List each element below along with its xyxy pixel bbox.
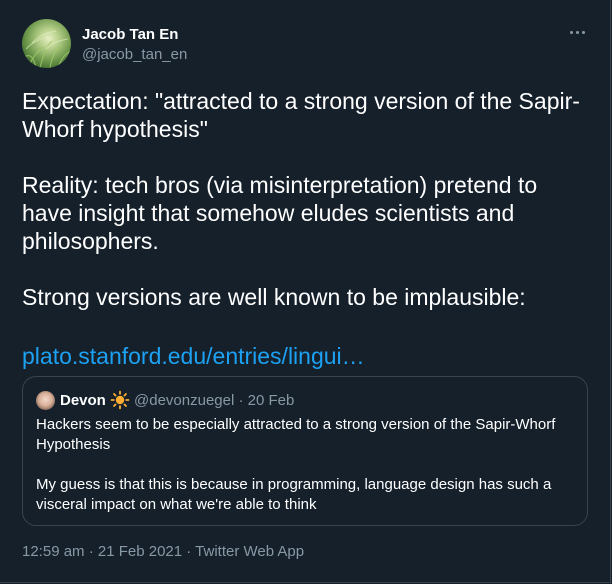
tweet-source-app[interactable]: Twitter Web App [195,543,304,560]
quoted-author-avatar [36,391,55,410]
sun-icon [110,390,130,410]
quoted-author-display-name: Devon [60,392,106,409]
quoted-text-hackers: Hackers seem to be especially attracted … [36,416,556,453]
quoted-tweet[interactable]: Devon @devonzuegel · 20 Feb Hackers seem… [22,376,588,526]
tweet-text-reality: Reality: tech bros (via misinterpretatio… [22,172,538,254]
tweet-link[interactable]: plato.stanford.edu/entries/lingui… [22,342,365,370]
tweet-text: Expectation: "attracted to a strong vers… [22,87,592,311]
author-avatar[interactable] [22,19,71,68]
tweet-text-strong-versions: Strong versions are well known to be imp… [22,284,526,310]
author-handle[interactable]: @jacob_tan_en [82,46,187,63]
tweet-metadata: 12:59 am · 21 Feb 2021 · Twitter Web App [22,543,304,560]
author-display-name[interactable]: Jacob Tan En [82,26,178,43]
quoted-text-guess: My guess is that this is because in prog… [36,476,552,513]
quoted-tweet-text: Hackers seem to be especially attracted … [36,415,576,515]
grass-photo-icon [22,30,71,68]
quoted-author-handle-date: @devonzuegel · 20 Feb [134,392,295,409]
tweet-card: Jacob Tan En @jacob_tan_en Expectation: … [0,0,611,583]
more-dots-icon[interactable] [566,22,588,42]
tweet-text-expectation: Expectation: "attracted to a strong vers… [22,88,580,142]
tweet-timestamp[interactable]: 12:59 am · 21 Feb 2021 · [22,543,195,560]
